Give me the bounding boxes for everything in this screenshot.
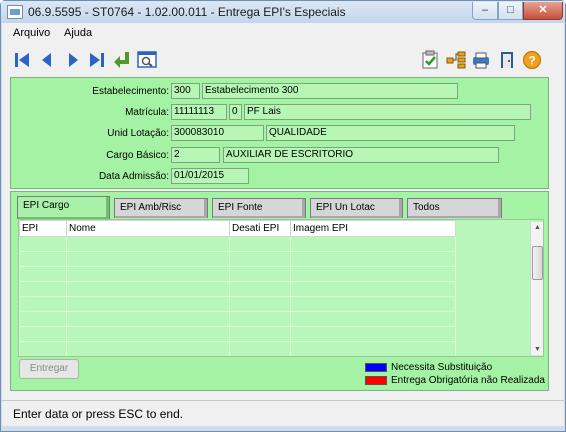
toolbar: ? (10, 48, 547, 74)
scrollbar-thumb[interactable] (532, 246, 543, 280)
table-row[interactable] (19, 251, 456, 267)
table-row[interactable] (19, 326, 456, 342)
tab-epi-un-lotac[interactable]: EPI Un Lotac (310, 198, 403, 218)
menu-ajuda[interactable]: Ajuda (64, 27, 92, 39)
epi-table: EPI Nome Desati EPI Imagem EPI (19, 220, 456, 356)
col-header-nome[interactable]: Nome (66, 220, 230, 237)
menu-bar: Arquivo Ajuda (2, 23, 564, 42)
exit-door-icon[interactable] (497, 50, 517, 70)
data-admissao-label: Data Admissão: (98, 171, 169, 182)
maximize-button[interactable]: □ (498, 2, 523, 20)
legend-necessita-substituicao: Necessita Substituição (391, 362, 493, 373)
matricula-digit-field: 0 (229, 104, 242, 120)
table-row[interactable] (19, 236, 456, 252)
cargo-basico-code-field[interactable]: 2 (171, 147, 220, 163)
estabelecimento-label: Estabelecimento: (92, 86, 169, 97)
scroll-down-arrow-icon[interactable]: ▼ (531, 344, 543, 355)
col-header-epi[interactable]: EPI (19, 220, 67, 237)
menu-arquivo[interactable]: Arquivo (13, 27, 50, 39)
preview-icon[interactable] (137, 50, 157, 70)
previous-record-icon[interactable] (37, 50, 57, 70)
table-row[interactable] (19, 311, 456, 327)
cargo-basico-name-field: AUXILIAR DE ESCRITORIO (223, 147, 499, 163)
status-bar: Enter data or press ESC to end. (2, 400, 564, 426)
epi-grid[interactable]: EPI Nome Desati EPI Imagem EPI ▲ ▼ (18, 219, 544, 357)
table-row[interactable] (19, 296, 456, 312)
estabelecimento-name-field: Estabelecimento 300 (202, 83, 458, 99)
status-text: Enter data or press ESC to end. (13, 407, 184, 421)
legend-red-swatch (365, 376, 387, 385)
cargo-basico-label: Cargo Básico: (106, 150, 169, 161)
help-icon[interactable]: ? (522, 50, 542, 70)
scroll-up-arrow-icon[interactable]: ▲ (531, 222, 543, 233)
table-row[interactable] (19, 266, 456, 282)
close-button[interactable]: ✕ (523, 2, 563, 20)
table-row[interactable] (19, 341, 456, 356)
col-header-imagem-epi[interactable]: Imagem EPI (290, 220, 456, 237)
unid-lotacao-name-field: QUALIDADE (266, 125, 515, 141)
next-record-icon[interactable] (63, 50, 83, 70)
tab-epi-cargo[interactable]: EPI Cargo (17, 196, 110, 219)
estabelecimento-code-field[interactable]: 300 (171, 83, 200, 99)
app-icon (7, 5, 23, 19)
matricula-label: Matrícula: (125, 107, 169, 118)
checklist-icon[interactable] (420, 50, 440, 70)
tab-epi-fonte[interactable]: EPI Fonte (212, 198, 306, 218)
unid-lotacao-label: Unid Lotação: (107, 128, 169, 139)
tree-icon[interactable] (446, 50, 466, 70)
entregar-button[interactable]: Entregar (19, 359, 79, 379)
tab-todos[interactable]: Todos (407, 198, 502, 218)
legend-entrega-obrigatoria: Entrega Obrigatória não Realizada (391, 375, 545, 386)
data-admissao-field[interactable]: 01/01/2015 (171, 168, 249, 184)
grid-header-row: EPI Nome Desati EPI Imagem EPI (19, 220, 456, 237)
tab-epi-amb-risc[interactable]: EPI Amb/Risc (114, 198, 208, 218)
window-title: 06.9.5595 - ST0764 - 1.02.00.011 - Entre… (28, 5, 346, 19)
printer-icon[interactable] (471, 50, 491, 70)
legend-blue-swatch (365, 363, 387, 372)
vertical-scrollbar[interactable]: ▲ ▼ (530, 222, 543, 355)
title-bar[interactable]: 06.9.5595 - ST0764 - 1.02.00.011 - Entre… (1, 1, 565, 23)
enter-return-icon[interactable] (112, 50, 132, 70)
last-record-icon[interactable] (87, 50, 107, 70)
first-record-icon[interactable] (12, 50, 32, 70)
minimize-button[interactable]: – (472, 2, 498, 20)
unid-lotacao-code-field[interactable]: 300083010 (171, 125, 264, 141)
col-header-desati-epi[interactable]: Desati EPI (229, 220, 291, 237)
matricula-code-field[interactable]: 11111113 (171, 104, 227, 120)
svg-text:?: ? (528, 54, 535, 68)
table-row[interactable] (19, 281, 456, 297)
matricula-name-field: PF Lais (244, 104, 531, 120)
application-window: 06.9.5595 - ST0764 - 1.02.00.011 - Entre… (0, 0, 566, 432)
